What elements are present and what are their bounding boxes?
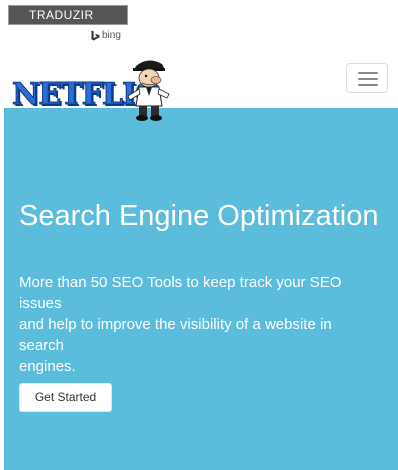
hero-subtitle-line: and help to improve the visibility of a … <box>19 316 332 333</box>
bing-attribution: bing <box>91 28 121 42</box>
translate-widget: TRADUZIR bing <box>8 5 128 42</box>
navbar: NETFLIC <box>0 44 398 121</box>
translate-button[interactable]: TRADUZIR <box>8 5 128 25</box>
hero-section: Search Engine Optimization More than 50 … <box>4 108 398 470</box>
bing-label: bing <box>102 29 121 41</box>
hero-subtitle-line: search <box>19 337 65 354</box>
site-logo[interactable]: NETFLIC <box>12 56 190 122</box>
mascot-icon <box>127 60 170 121</box>
menu-toggle-button[interactable] <box>346 63 388 93</box>
hero-subtitle-line: engines. <box>19 358 76 375</box>
hamburger-menu-icon <box>358 72 378 86</box>
hero-subtitle-line: More than 50 SEO Tools to keep track you… <box>19 274 342 291</box>
hero-subtitle: More than 50 SEO Tools to keep track you… <box>19 272 389 377</box>
page: TRADUZIR bing NETFLIC Search Engine Opti… <box>0 0 398 470</box>
hero-title: Search Engine Optimization <box>19 200 379 232</box>
bing-logo-icon <box>91 30 100 40</box>
get-started-button[interactable]: Get Started <box>19 383 112 412</box>
hero-subtitle-line: issues <box>19 295 62 312</box>
